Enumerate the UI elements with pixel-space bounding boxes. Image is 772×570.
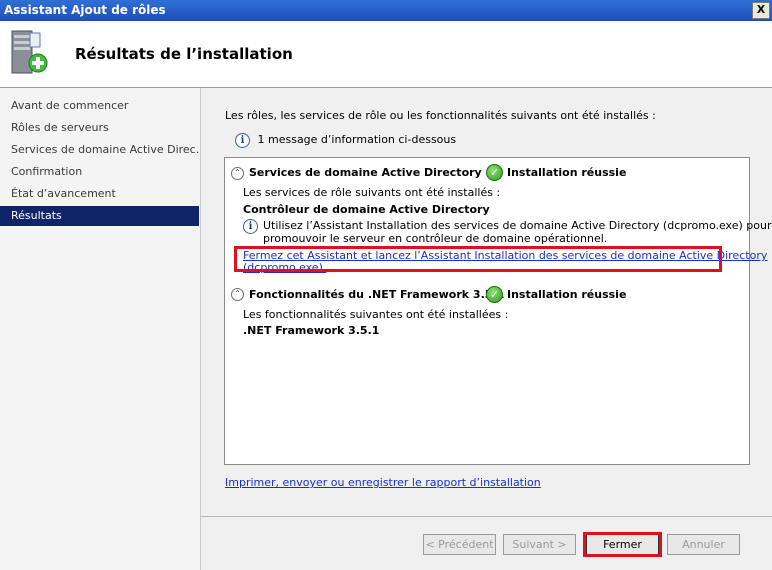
sidebar-item-progress[interactable]: État d’avancement: [0, 184, 199, 204]
ad-section-subtitle: Les services de rôle suivants ont été in…: [243, 186, 501, 199]
sidebar-item-ad-domain-services[interactable]: Services de domaine Active Direc...: [0, 140, 199, 160]
info-summary-text: 1 message d’information ci-dessous: [257, 133, 457, 146]
report-link-wrapper: Imprimer, envoyer ou enregistrer le rapp…: [225, 476, 541, 489]
highlight-box-dcpromo: [234, 246, 722, 272]
cancel-button[interactable]: Annuler: [667, 534, 740, 555]
server-roles-icon: [11, 30, 48, 74]
sidebar-item-server-roles[interactable]: Rôles de serveurs: [0, 118, 199, 138]
dcpromo-info-line2: promouvoir le serveur en contrôleur de d…: [263, 232, 608, 245]
ad-section-title: Services de domaine Active Directory: [249, 166, 482, 179]
close-window-button[interactable]: X: [752, 2, 770, 19]
wizard-steps-sidebar: Avant de commencer Rôles de serveurs Ser…: [0, 88, 201, 570]
net-section-subtitle: Les fonctionnalités suivantes ont été in…: [243, 308, 509, 321]
next-button[interactable]: Suivant >: [503, 534, 576, 555]
close-icon: X: [756, 3, 766, 16]
success-check-icon: ✓: [486, 164, 503, 181]
intro-text: Les rôles, les services de rôle ou les f…: [225, 109, 656, 122]
wizard-header: Résultats de l’installation: [0, 21, 772, 88]
collapse-ad-section-icon[interactable]: ⌃: [231, 167, 244, 180]
success-check-icon: ✓: [486, 286, 503, 303]
net-section-title: Fonctionnalités du .NET Framework 3.5.1: [249, 288, 505, 301]
info-icon: i: [243, 219, 258, 234]
sidebar-item-before-you-begin[interactable]: Avant de commencer: [0, 96, 199, 116]
dcpromo-info: i: [243, 219, 258, 234]
ad-role-service-item: Contrôleur de domaine Active Directory: [243, 203, 490, 216]
previous-button[interactable]: < Précédent: [423, 534, 496, 555]
net-section-status: Installation réussie: [507, 288, 627, 301]
net-feature-item: .NET Framework 3.5.1: [243, 324, 380, 337]
highlight-box-close: [583, 532, 662, 557]
print-report-link[interactable]: Imprimer, envoyer ou enregistrer le rapp…: [225, 476, 541, 489]
window-title: Assistant Ajout de rôles: [4, 3, 166, 17]
title-bar: Assistant Ajout de rôles X: [0, 0, 772, 21]
main-panel: Les rôles, les services de rôle ou les f…: [201, 88, 772, 570]
info-summary: i 1 message d’information ci-dessous: [235, 133, 456, 148]
info-icon: i: [235, 133, 250, 148]
footer-separator: [201, 516, 772, 517]
page-title: Résultats de l’installation: [75, 45, 293, 63]
sidebar-item-results[interactable]: Résultats: [0, 206, 199, 226]
sidebar-item-confirmation[interactable]: Confirmation: [0, 162, 199, 182]
collapse-net-section-icon[interactable]: ⌃: [231, 288, 244, 301]
ad-section-status: Installation réussie: [507, 166, 627, 179]
dcpromo-info-line1: Utilisez l’Assistant Installation des se…: [263, 219, 772, 232]
installation-results-box: ⌃ Services de domaine Active Directory ✓…: [224, 157, 772, 465]
